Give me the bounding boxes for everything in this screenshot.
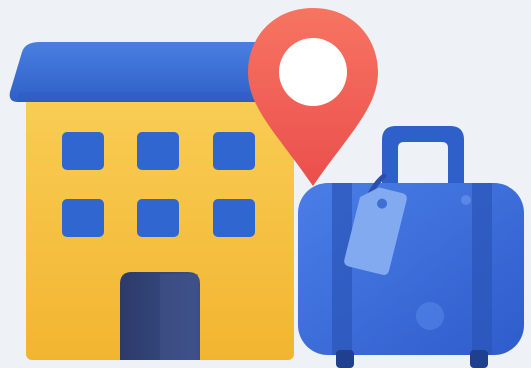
suitcase-icon	[298, 126, 524, 368]
window	[137, 132, 179, 170]
suitcase-highlight	[461, 195, 471, 205]
window	[213, 199, 255, 237]
window	[62, 132, 104, 170]
illustration-canvas	[9, 8, 524, 368]
suitcase-strap	[472, 183, 492, 355]
door-highlight	[160, 274, 198, 360]
suitcase-strap	[332, 183, 352, 355]
travel-hotel-illustration	[0, 0, 531, 368]
window	[213, 132, 255, 170]
suitcase-wheel	[470, 350, 488, 368]
window	[62, 199, 104, 237]
suitcase-highlight	[416, 302, 444, 330]
pin-hole	[279, 38, 347, 106]
suitcase-wheel	[336, 350, 354, 368]
suitcase-handle	[382, 126, 464, 188]
window	[137, 199, 179, 237]
